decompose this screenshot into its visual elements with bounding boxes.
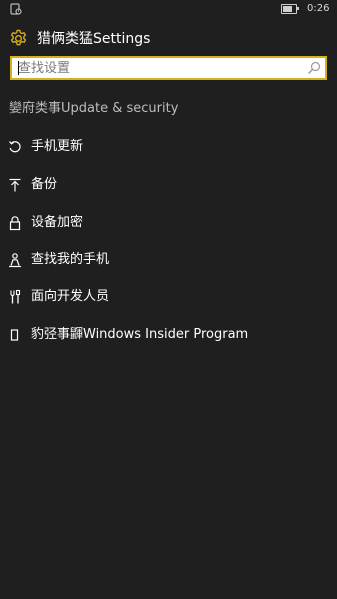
- search-input[interactable]: [12, 58, 302, 78]
- battery-fill: [283, 6, 292, 12]
- gear-icon: [10, 29, 27, 46]
- person-pin-icon: [9, 253, 21, 268]
- search-box[interactable]: [10, 56, 327, 80]
- text-caret: [18, 61, 19, 75]
- page-title: 猎俩类猛Settings: [37, 31, 151, 47]
- search-icon[interactable]: [307, 61, 321, 75]
- status-bar: 0:26: [0, 0, 337, 18]
- menu-item-label: 查找我的手机: [31, 252, 110, 267]
- menu-item-label: 豹弪事鼲Windows Insider Program: [31, 327, 249, 342]
- menu-item-device-encryption[interactable]: 设备加密: [0, 208, 337, 238]
- status-time: 0:26: [307, 3, 330, 14]
- menu-item-find-my-phone[interactable]: 查找我的手机: [0, 245, 337, 275]
- menu-item-phone-update[interactable]: 手机更新: [0, 132, 337, 162]
- settings-screen: 0:26 猎俩类猛Settings 孌府类事Update & security …: [0, 0, 337, 599]
- battery-tip: [297, 7, 299, 10]
- menu-item-for-developers[interactable]: 面向开发人员: [0, 282, 337, 312]
- menu-item-backup[interactable]: 备份: [0, 170, 337, 200]
- section-title: 孌府类事Update & security: [9, 101, 179, 116]
- developer-tools-icon: [10, 289, 21, 304]
- menu-item-windows-insider[interactable]: 豹弪事鼲Windows Insider Program: [0, 320, 337, 350]
- upload-arrow-icon: [9, 178, 21, 192]
- refresh-icon: [9, 141, 21, 153]
- battery-icon: [281, 4, 297, 14]
- menu-item-label: 手机更新: [31, 139, 84, 154]
- notification-icon: [10, 3, 22, 15]
- menu-item-label: 面向开发人员: [31, 289, 110, 304]
- menu-item-label: 设备加密: [31, 215, 84, 230]
- lock-icon: [9, 216, 21, 231]
- page-header: 猎俩类猛Settings: [0, 26, 337, 52]
- phone-icon: [10, 329, 19, 341]
- menu-item-label: 备份: [31, 177, 58, 192]
